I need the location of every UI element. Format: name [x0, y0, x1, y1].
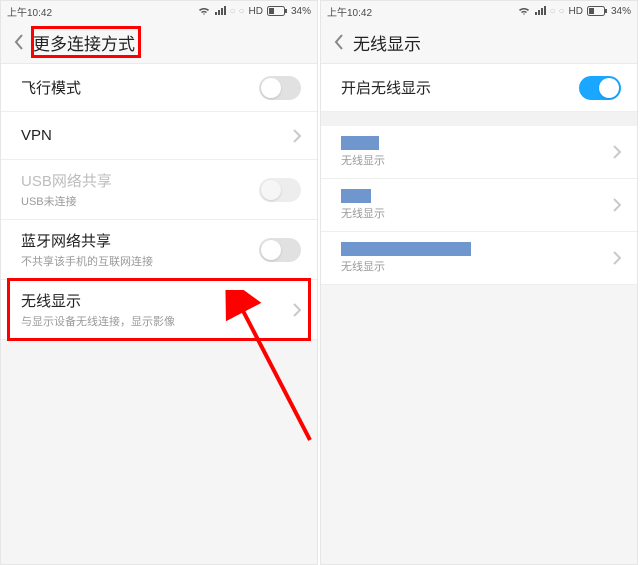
- page-title: 无线显示: [353, 30, 421, 55]
- row-sublabel: 无线显示: [341, 258, 471, 274]
- device-name-redacted: [341, 136, 379, 150]
- row-label: 无线显示: [21, 290, 175, 311]
- row-label: 飞行模式: [21, 77, 81, 98]
- wifi-icon: [198, 6, 210, 16]
- phone-right: 上午10:42 ○ ○ HD 34% 无线显示 开启无线显示: [320, 0, 638, 565]
- chevron-right-icon: [293, 129, 301, 143]
- row-label: VPN: [21, 127, 52, 144]
- signal-icon: [214, 6, 226, 16]
- chevron-right-icon: [613, 145, 621, 159]
- phone-left: 上午10:42 ○ ○ HD 34% 更多连接方式 飞行模式: [0, 0, 318, 565]
- row-device[interactable]: 无线显示: [321, 179, 637, 232]
- chevron-left-icon: [334, 34, 344, 50]
- wireless-display-toggle[interactable]: [579, 76, 621, 100]
- row-sublabel: USB未连接: [21, 193, 112, 209]
- row-label: 蓝牙网络共享: [21, 230, 153, 251]
- row-label: USB网络共享: [21, 170, 112, 191]
- wireless-display-list: 开启无线显示 无线显示 无线显示: [321, 64, 637, 285]
- airplane-toggle[interactable]: [259, 76, 301, 100]
- row-label: 开启无线显示: [341, 77, 431, 98]
- bluetooth-tether-toggle[interactable]: [259, 238, 301, 262]
- row-device[interactable]: 无线显示: [321, 232, 637, 285]
- status-time: 上午10:42: [7, 4, 52, 19]
- status-battery-pct: 34%: [291, 6, 311, 17]
- row-wireless-display[interactable]: 无线显示 与显示设备无线连接，显示影像: [1, 280, 317, 340]
- title-bar: 无线显示: [321, 21, 637, 64]
- battery-icon: [587, 6, 607, 16]
- status-bar: 上午10:42 ○ ○ HD 34%: [1, 1, 317, 21]
- row-sublabel: 与显示设备无线连接，显示影像: [21, 313, 175, 329]
- back-button[interactable]: [9, 27, 29, 57]
- row-usb-tether: USB网络共享 USB未连接: [1, 160, 317, 220]
- status-hd: HD: [569, 6, 583, 17]
- chevron-left-icon: [14, 34, 24, 50]
- back-button[interactable]: [329, 27, 349, 57]
- device-name-redacted: [341, 242, 471, 256]
- chevron-right-icon: [293, 303, 301, 317]
- row-sublabel: 无线显示: [341, 152, 385, 168]
- section-gap: [321, 112, 637, 126]
- battery-icon: [267, 6, 287, 16]
- status-hd: HD: [249, 6, 263, 17]
- row-vpn[interactable]: VPN: [1, 112, 317, 160]
- signal-icon: [534, 6, 546, 16]
- row-bluetooth-tether[interactable]: 蓝牙网络共享 不共享该手机的互联网连接: [1, 220, 317, 280]
- row-airplane-mode[interactable]: 飞行模式: [1, 64, 317, 112]
- usb-tether-toggle: [259, 178, 301, 202]
- sim-dots-icon: ○ ○: [230, 6, 245, 17]
- title-bar: 更多连接方式: [1, 21, 317, 64]
- settings-list: 飞行模式 VPN USB网络共享 USB未连接: [1, 64, 317, 340]
- row-device[interactable]: 无线显示: [321, 126, 637, 179]
- status-bar: 上午10:42 ○ ○ HD 34%: [321, 1, 637, 21]
- device-name-redacted: [341, 189, 371, 203]
- chevron-right-icon: [613, 198, 621, 212]
- page-title: 更多连接方式: [33, 30, 135, 55]
- sim-dots-icon: ○ ○: [550, 6, 565, 17]
- status-battery-pct: 34%: [611, 6, 631, 17]
- row-sublabel: 不共享该手机的互联网连接: [21, 253, 153, 269]
- row-enable-wireless-display[interactable]: 开启无线显示: [321, 64, 637, 112]
- wifi-icon: [518, 6, 530, 16]
- status-time: 上午10:42: [327, 4, 372, 19]
- row-sublabel: 无线显示: [341, 205, 385, 221]
- chevron-right-icon: [613, 251, 621, 265]
